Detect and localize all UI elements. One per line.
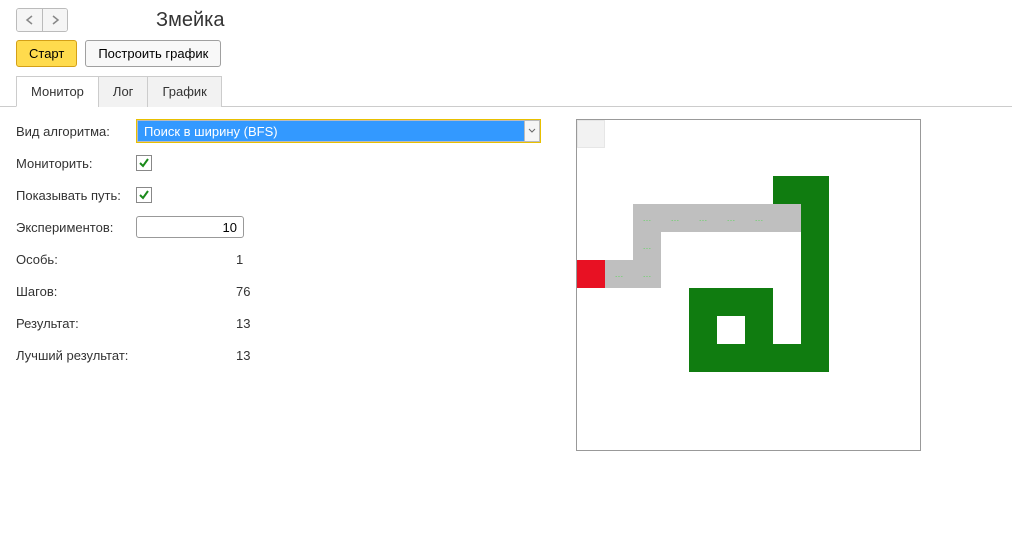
- nav-back-button[interactable]: [17, 9, 42, 31]
- best-result-label: Лучший результат:: [16, 348, 136, 363]
- specimen-label: Особь:: [16, 252, 136, 267]
- check-icon: [138, 157, 150, 169]
- tab-log[interactable]: Лог: [98, 76, 149, 107]
- build-chart-button[interactable]: Построить график: [85, 40, 221, 67]
- arrow-right-icon: [50, 15, 60, 25]
- nav-arrows: [16, 8, 68, 32]
- game-cell: [717, 344, 745, 372]
- game-cell: [801, 344, 829, 372]
- check-icon: [138, 189, 150, 201]
- settings-panel: Вид алгоритма: Мониторить: Показывать пу…: [16, 119, 556, 451]
- monitor-checkbox[interactable]: [136, 155, 152, 171]
- specimen-value: 1: [136, 252, 556, 267]
- game-cell: [689, 344, 717, 372]
- path-marker: …: [661, 204, 689, 232]
- monitor-label: Мониторить:: [16, 156, 136, 171]
- nav-forward-button[interactable]: [42, 9, 67, 31]
- path-marker: …: [633, 204, 661, 232]
- game-cell: [689, 288, 717, 316]
- show-path-checkbox[interactable]: [136, 187, 152, 203]
- game-canvas: ……………………: [576, 119, 921, 451]
- algorithm-combo[interactable]: [136, 119, 541, 143]
- game-cell: [745, 316, 773, 344]
- game-cell: [689, 316, 717, 344]
- game-cell: [801, 232, 829, 260]
- game-cell: [801, 260, 829, 288]
- chevron-down-icon: [528, 128, 536, 134]
- game-cell: [773, 176, 801, 204]
- game-cell: [577, 260, 605, 288]
- game-cell: [801, 204, 829, 232]
- best-result-value: 13: [136, 348, 556, 363]
- game-cell: [745, 288, 773, 316]
- game-cell: [745, 344, 773, 372]
- path-marker: …: [745, 204, 773, 232]
- game-cell: [773, 204, 801, 232]
- path-marker: …: [605, 260, 633, 288]
- game-cell: [577, 120, 605, 148]
- experiments-label: Экспериментов:: [16, 220, 136, 235]
- experiments-input[interactable]: [136, 216, 244, 238]
- start-button[interactable]: Старт: [16, 40, 77, 67]
- algorithm-input[interactable]: [137, 120, 524, 142]
- arrow-left-icon: [25, 15, 35, 25]
- game-cell: [717, 288, 745, 316]
- algorithm-dropdown-button[interactable]: [524, 120, 540, 142]
- steps-label: Шагов:: [16, 284, 136, 299]
- tab-chart[interactable]: График: [147, 76, 221, 107]
- game-cell: [773, 344, 801, 372]
- game-cell: [801, 316, 829, 344]
- path-marker: …: [689, 204, 717, 232]
- result-value: 13: [136, 316, 556, 331]
- path-marker: …: [717, 204, 745, 232]
- show-path-label: Показывать путь:: [16, 188, 136, 203]
- tab-monitor[interactable]: Монитор: [16, 76, 99, 107]
- game-cell: [801, 176, 829, 204]
- path-marker: …: [633, 232, 661, 260]
- game-cell: [801, 288, 829, 316]
- path-marker: …: [633, 260, 661, 288]
- page-title: Змейка: [156, 9, 224, 32]
- result-label: Результат:: [16, 316, 136, 331]
- steps-value: 76: [136, 284, 556, 299]
- algorithm-label: Вид алгоритма:: [16, 124, 136, 139]
